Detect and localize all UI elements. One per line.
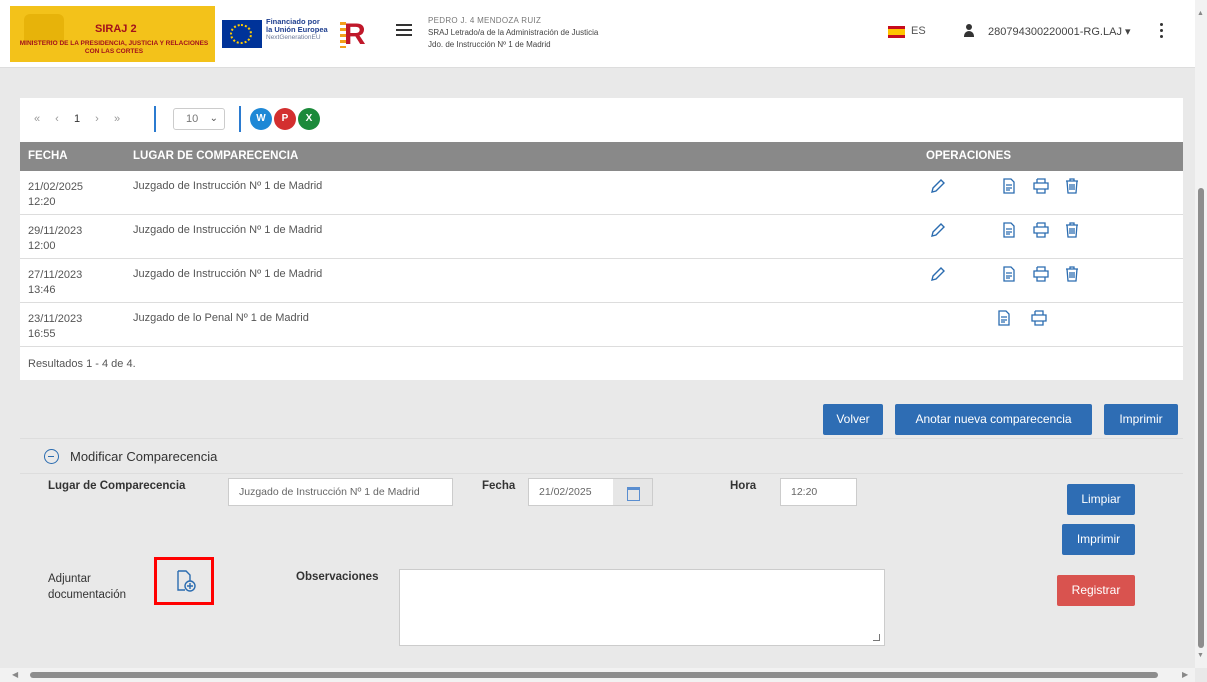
lugar-input[interactable]: Juzgado de Instrucción Nº 1 de Madrid <box>228 478 453 506</box>
print-icon[interactable] <box>1032 177 1050 195</box>
eu-flag-icon <box>222 20 262 48</box>
table-row: 29/11/2023 12:00 Juzgado de Instrucción N… <box>20 215 1183 259</box>
scroll-right-icon[interactable]: ▶ <box>1182 670 1188 679</box>
results-panel: « ‹ 1 › » 10 ⌄ W P X FECHA LUGAR DE COMP… <box>20 98 1183 380</box>
page-size-select[interactable]: 10 ⌄ <box>173 108 225 130</box>
edit-icon[interactable] <box>929 221 947 239</box>
more-options-icon[interactable] <box>1160 23 1164 39</box>
horizontal-scroll-thumb[interactable] <box>30 672 1158 678</box>
table-row: 27/11/2023 13:46 Juzgado de Instrucción N… <box>20 259 1183 303</box>
eu-funding-text: Financiado por la Unión Europea NextGene… <box>266 17 328 42</box>
royal-crest-icon <box>24 14 64 42</box>
header-fecha: FECHA <box>28 150 68 162</box>
document-icon[interactable] <box>1000 177 1018 195</box>
top-header: SIRAJ 2 MINISTERIO DE LA PRESIDENCIA, JU… <box>0 0 1195 68</box>
fecha-label: Fecha <box>482 480 516 492</box>
siraj-logo: SIRAJ 2 MINISTERIO DE LA PRESIDENCIA, JU… <box>10 6 215 62</box>
spain-flag-icon[interactable] <box>888 26 905 38</box>
imprimir-button[interactable]: Imprimir <box>1104 404 1178 435</box>
next-page-button[interactable]: › <box>88 110 106 128</box>
print-icon[interactable] <box>1030 309 1048 327</box>
adjuntar-label: Adjuntar documentación <box>48 573 126 601</box>
recovery-plan-logo: R <box>344 18 366 51</box>
delete-icon[interactable] <box>1063 177 1081 195</box>
anotar-comparecencia-button[interactable]: Anotar nueva comparecencia <box>895 404 1092 435</box>
row-lugar: Juzgado de Instrucción Nº 1 de Madrid <box>133 180 323 192</box>
results-count: Resultados 1 - 4 de 4. <box>28 358 136 370</box>
hora-label: Hora <box>730 480 757 492</box>
scroll-up-icon[interactable]: ▲ <box>1197 10 1204 17</box>
attach-document-highlight <box>154 557 214 605</box>
row-lugar: Juzgado de Instrucción Nº 1 de Madrid <box>133 268 323 280</box>
user-icon <box>964 24 974 38</box>
header-lugar: LUGAR DE COMPARECENCIA <box>133 150 299 162</box>
table-row: 21/02/2025 12:20 Juzgado de Instrucción N… <box>20 171 1183 215</box>
limpiar-button[interactable]: Limpiar <box>1067 484 1135 515</box>
document-icon[interactable] <box>1000 221 1018 239</box>
user-dropdown[interactable]: 280794300220001-RG.LAJ ▾ <box>988 25 1131 38</box>
table-header: FECHA LUGAR DE COMPARECENCIA OPERACIONES <box>20 142 1183 171</box>
imprimir-form-button[interactable]: Imprimir <box>1062 524 1135 555</box>
edit-icon[interactable] <box>929 177 947 195</box>
document-icon[interactable] <box>1000 265 1018 283</box>
fecha-input[interactable]: 21/02/2025 <box>528 478 614 506</box>
hora-input[interactable]: 12:20 <box>780 478 857 506</box>
divider <box>239 106 241 132</box>
horizontal-scrollbar[interactable]: ◀ ▶ <box>0 668 1195 682</box>
export-pdf-icon[interactable]: P <box>274 108 296 130</box>
row-date: 23/11/2023 16:55 <box>28 313 83 340</box>
volver-button[interactable]: Volver <box>823 404 883 435</box>
document-icon[interactable] <box>995 309 1013 327</box>
row-date: 29/11/2023 12:00 <box>28 225 83 252</box>
observaciones-textarea[interactable] <box>399 569 885 646</box>
delete-icon[interactable] <box>1063 265 1081 283</box>
row-lugar: Juzgado de Instrucción Nº 1 de Madrid <box>133 224 323 236</box>
row-date: 27/11/2023 13:46 <box>28 269 83 296</box>
edit-icon[interactable] <box>929 265 947 283</box>
first-page-button[interactable]: « <box>28 110 46 128</box>
divider <box>154 106 156 132</box>
table-row: 23/11/2023 16:55 Juzgado de lo Penal Nº 1… <box>20 303 1183 347</box>
vertical-scrollbar[interactable]: ▲ ▼ <box>1195 0 1207 668</box>
language-selector[interactable]: ES <box>911 25 926 37</box>
current-page[interactable]: 1 <box>68 110 86 128</box>
scroll-down-icon[interactable]: ▼ <box>1197 652 1204 659</box>
attach-file-icon[interactable] <box>175 569 197 593</box>
observaciones-label: Observaciones <box>296 571 379 583</box>
delete-icon[interactable] <box>1063 221 1081 239</box>
calendar-icon[interactable] <box>613 478 653 506</box>
vertical-scroll-thumb[interactable] <box>1198 188 1204 648</box>
row-lugar: Juzgado de lo Penal Nº 1 de Madrid <box>133 312 309 324</box>
user-info: PEDRO J. 4 MENDOZA RUIZ SRAJ Letrado/a d… <box>428 15 598 51</box>
print-icon[interactable] <box>1032 221 1050 239</box>
chevron-down-icon: ⌄ <box>209 113 218 124</box>
prev-page-button[interactable]: ‹ <box>48 110 66 128</box>
app-name: SIRAJ 2 <box>95 23 137 35</box>
print-icon[interactable] <box>1032 265 1050 283</box>
registrar-button[interactable]: Registrar <box>1057 575 1135 606</box>
last-page-button[interactable]: » <box>108 110 126 128</box>
row-date: 21/02/2025 12:20 <box>28 181 84 208</box>
header-operaciones: OPERACIONES <box>926 150 1011 162</box>
user-role: SRAJ Letrado/a de la Administración de J… <box>428 28 599 37</box>
scroll-left-icon[interactable]: ◀ <box>12 670 18 679</box>
user-name: PEDRO J. 4 MENDOZA RUIZ <box>428 16 542 25</box>
ministry-name: MINISTERIO DE LA PRESIDENCIA, JUSTICIA Y… <box>19 40 209 55</box>
collapse-icon[interactable] <box>44 449 59 464</box>
form-section-header[interactable]: Modificar Comparecencia <box>20 438 1183 474</box>
export-excel-icon[interactable]: X <box>298 108 320 130</box>
lugar-label: Lugar de Comparecencia <box>48 480 186 492</box>
hamburger-menu-icon[interactable] <box>396 24 412 38</box>
export-word-icon[interactable]: W <box>250 108 272 130</box>
form-title: Modificar Comparecencia <box>70 449 218 464</box>
user-court: Jdo. de Instrucción Nº 1 de Madrid <box>428 40 551 49</box>
